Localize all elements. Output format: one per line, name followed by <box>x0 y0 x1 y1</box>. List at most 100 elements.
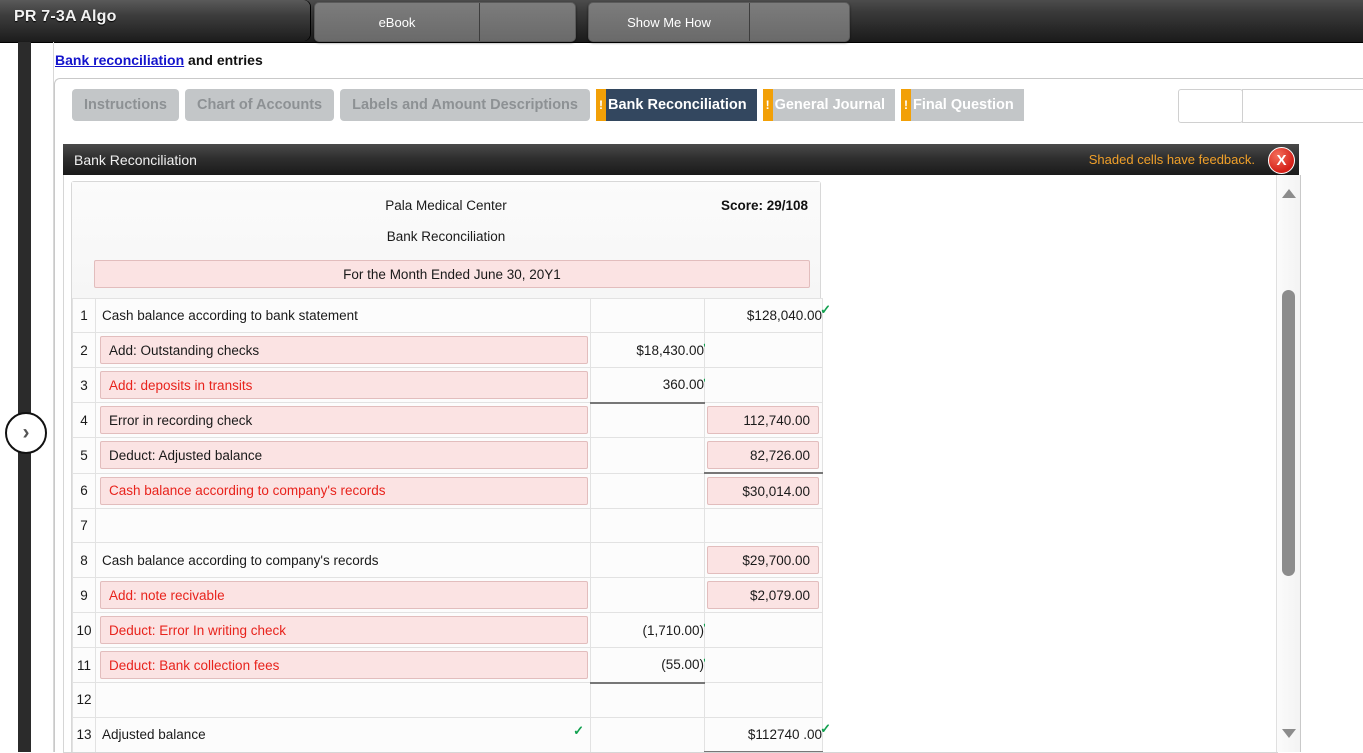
amount-input[interactable]: 112,740.00 <box>707 406 819 434</box>
amount-cell-col1[interactable] <box>590 542 705 578</box>
row-description-cell[interactable]: Deduct: Bank collection fees <box>95 647 591 683</box>
row-description-input[interactable]: Cash balance according to company's reco… <box>100 476 588 505</box>
feedback-note: Shaded cells have feedback. <box>1088 152 1255 167</box>
amount-cell-col2[interactable] <box>704 682 823 718</box>
row-description-input[interactable]: Error in recording check <box>100 406 588 434</box>
row-description-cell[interactable]: Deduct: Adjusted balance <box>95 437 591 474</box>
table-row: 11 Deduct: Bank collection fees (55.00)✓ <box>72 647 823 683</box>
amount-cell-col2[interactable]: $30,014.00 <box>704 472 823 509</box>
row-description-text: Cash balance according to company's reco… <box>109 483 386 499</box>
row-description-cell[interactable]: Adjusted balance ✓ <box>95 716 591 752</box>
scroll-up-arrow-icon[interactable] <box>1282 189 1296 198</box>
row-description-cell[interactable]: Error in recording check <box>95 402 591 438</box>
row-number: 1 <box>72 298 96 333</box>
row-description-text: Add: Outstanding checks <box>109 342 260 358</box>
amount-cell-col1[interactable] <box>590 577 705 613</box>
row-description-input[interactable]: Add: Outstanding checks <box>100 336 588 364</box>
row-number: 3 <box>72 367 96 403</box>
tab-list: Instructions Chart of Accounts Labels and … <box>72 89 1030 121</box>
amount-cell-col2[interactable]: $112740 .00 ✓ <box>704 716 831 752</box>
row-number: 6 <box>72 472 96 509</box>
scroll-down-arrow-icon[interactable] <box>1282 729 1296 738</box>
row-description-cell[interactable] <box>95 508 591 543</box>
amount-cell-col1[interactable] <box>590 508 705 543</box>
row-description-input[interactable]: Add: deposits in transits <box>100 371 588 399</box>
amount-cell-col2[interactable] <box>704 332 823 368</box>
amount-cell-col2[interactable]: $128,040.00 ✓ <box>704 298 831 333</box>
row-description-cell[interactable]: Cash balance according to bank statement <box>95 298 591 333</box>
amount-cell-col1[interactable] <box>590 716 705 752</box>
amount-cell-col1[interactable] <box>590 681 705 718</box>
correct-check-icon: ✓ <box>820 302 831 317</box>
amount-cell-col2[interactable]: 112,740.00 <box>704 402 823 438</box>
tab-bank-reconciliation[interactable]: ! Bank Reconciliation <box>595 89 757 121</box>
amount-cell-col1[interactable] <box>590 437 705 474</box>
ebook-button-divider <box>479 3 480 41</box>
sheet-header: Score: 29/108 Pala Medical Center Bank R… <box>72 182 820 298</box>
row-description-text: Error in recording check <box>109 412 253 428</box>
amount-value: $128,040.00 <box>746 308 822 323</box>
row-number: 10 <box>72 612 96 648</box>
row-description-cell[interactable]: Add: deposits in transits <box>95 367 591 403</box>
breadcrumb-link[interactable]: Bank reconciliation <box>55 52 184 68</box>
row-description-text: Cash balance according to bank statement <box>102 308 358 323</box>
row-description-input[interactable]: Add: note recivable <box>100 581 588 609</box>
row-description-cell[interactable]: Cash balance according to company's reco… <box>95 542 591 578</box>
row-description-input[interactable]: Deduct: Bank collection fees <box>100 651 588 679</box>
scrollbar-thumb[interactable] <box>1282 290 1295 576</box>
show-me-how-button-divider <box>749 3 750 41</box>
amount-cell-col1[interactable] <box>590 472 705 509</box>
content-area: Bank Reconciliation Shaded cells have fe… <box>54 130 1363 753</box>
row-description-text: Add: note recivable <box>109 587 225 603</box>
row-description-input[interactable]: Deduct: Error In writing check <box>100 616 588 644</box>
amount-value: 360.00 <box>662 377 704 393</box>
amount-cell-col1[interactable]: (55.00)✓ <box>590 647 713 683</box>
amount-cell-col2[interactable]: $2,079.00 <box>704 577 823 613</box>
amount-cell-col2[interactable] <box>704 647 823 683</box>
amount-input[interactable]: $29,700.00 <box>707 546 819 574</box>
vertical-scrollbar[interactable] <box>1276 175 1301 752</box>
ebook-button[interactable]: eBook <box>314 2 576 42</box>
row-number: 11 <box>72 647 96 683</box>
amount-cell-col2[interactable]: 82,726.00 <box>704 437 823 474</box>
amount-value: $18,430.00 <box>636 342 704 358</box>
tab-instructions[interactable]: Instructions <box>72 89 179 121</box>
amount-cell-col2[interactable] <box>704 612 823 648</box>
tab-labels-and-amount-descriptions[interactable]: Labels and Amount Descriptions <box>340 89 590 121</box>
bank-reconciliation-sheet: Score: 29/108 Pala Medical Center Bank R… <box>71 181 831 752</box>
row-description-text: Deduct: Bank collection fees <box>109 657 280 673</box>
close-icon[interactable]: X <box>1268 147 1295 174</box>
amount-cell-col2[interactable] <box>704 367 823 403</box>
tab-label: General Journal <box>774 97 885 113</box>
table-row: 3 Add: deposits in transits 360.00✓ <box>72 367 823 403</box>
amount-cell-col1[interactable]: $18,430.00✓ <box>590 332 713 368</box>
tab-chart-of-accounts[interactable]: Chart of Accounts <box>184 89 335 121</box>
toolbar-box-1[interactable] <box>1178 89 1243 123</box>
row-description-cell[interactable]: Add: Outstanding checks <box>95 332 591 368</box>
amount-cell-col1[interactable]: 360.00✓ <box>590 367 713 403</box>
row-description-cell[interactable]: Cash balance according to company's reco… <box>95 472 591 509</box>
panel-title: Bank Reconciliation <box>74 151 197 168</box>
amount-input[interactable]: $30,014.00 <box>707 477 819 505</box>
amount-cell-col1[interactable]: (1,710.00)✓ <box>590 612 713 648</box>
row-description-input[interactable]: Deduct: Adjusted balance <box>100 441 588 470</box>
table-row: 10 Deduct: Error In writing check (1,710.0… <box>72 612 823 648</box>
amount-cell-col2[interactable] <box>704 508 823 543</box>
row-number: 9 <box>72 577 96 613</box>
tab-general-journal[interactable]: ! General Journal <box>762 89 895 121</box>
amount-cell-col2[interactable]: $29,700.00 <box>704 542 823 578</box>
period-input[interactable]: For the Month Ended June 30, 20Y1 <box>94 260 810 288</box>
toolbar-box-2[interactable] <box>1242 89 1363 123</box>
row-description-cell[interactable]: Deduct: Error In writing check <box>95 612 591 648</box>
row-number: 12 <box>72 682 96 718</box>
amount-cell-col1[interactable] <box>590 298 705 333</box>
amount-cell-col1[interactable] <box>590 401 705 438</box>
row-number: 8 <box>72 542 96 578</box>
expand-panel-chevron-right-icon[interactable]: › <box>5 412 47 454</box>
row-description-cell[interactable] <box>95 682 591 718</box>
show-me-how-button[interactable]: Show Me How <box>588 2 850 42</box>
amount-input[interactable]: $2,079.00 <box>707 581 819 609</box>
row-description-cell[interactable]: Add: note recivable <box>95 577 591 613</box>
amount-input[interactable]: 82,726.00 <box>707 441 819 469</box>
tab-final-question[interactable]: ! Final Question <box>900 89 1024 121</box>
